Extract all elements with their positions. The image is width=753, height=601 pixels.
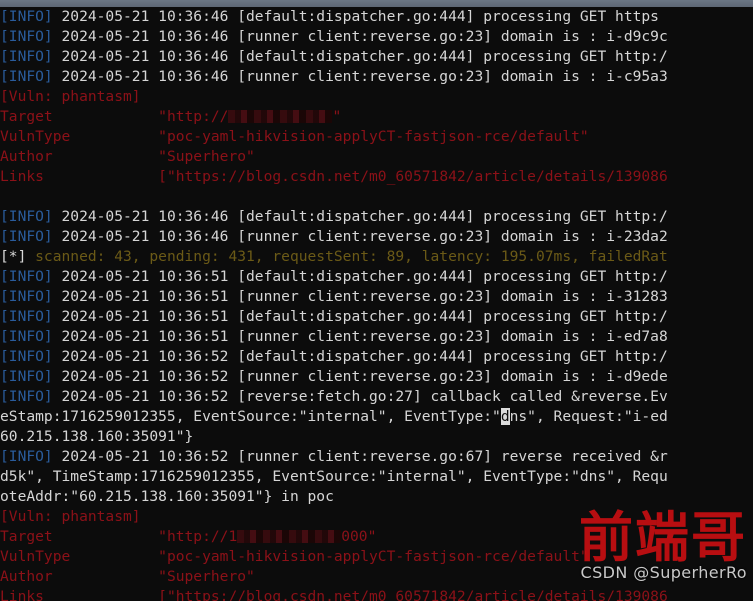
log-line-text: 2024-05-21 10:36:52 [reverse:fetch.go:27…	[52, 388, 668, 405]
vuln-target-prefix: "http://1	[158, 528, 238, 545]
vuln-field-value: "poc-yaml-hikvision-applyCT-fastjson-rce…	[158, 548, 589, 565]
vuln-field-key: VulnType	[0, 128, 159, 145]
log-line-text: d5k", TimeStamp:1716259012355, EventSour…	[0, 468, 668, 485]
log-line-with-cursor: eStamp:1716259012355, EventSource:"inter…	[0, 407, 753, 427]
log-line-text: 2024-05-21 10:36:52 [runner client:rever…	[52, 368, 668, 385]
log-level-tag: [INFO]	[0, 268, 53, 285]
log-level-tag: [INFO]	[0, 328, 53, 345]
vuln-field-row: VulnType "poc-yaml-hikvision-applyCT-fas…	[0, 127, 753, 147]
vuln-field-key: Links	[0, 168, 159, 185]
log-line-text: oteAddr:"60.215.138.160:35091"} in poc	[0, 488, 334, 505]
log-line-text: 2024-05-21 10:36:46 [default:dispatcher.…	[52, 208, 668, 225]
log-line-text: 2024-05-21 10:36:51 [default:dispatcher.…	[52, 308, 668, 325]
vuln-field-value: "Superhero"	[158, 148, 255, 165]
log-line-text: 2024-05-21 10:36:51 [runner client:rever…	[52, 288, 668, 305]
terminal-window: [INFO] 2024-05-21 10:36:46 [default:disp…	[0, 0, 753, 601]
log-line-text-after-cursor: ns", Request:"i-ed	[509, 408, 668, 425]
log-level-tag: [INFO]	[0, 348, 53, 365]
log-level-tag: [INFO]	[0, 368, 53, 385]
log-line-info: [INFO] 2024-05-21 10:36:46 [runner clien…	[0, 67, 753, 87]
log-line-text: 2024-05-21 10:36:52 [default:dispatcher.…	[52, 348, 668, 365]
log-line-info: [INFO] 2024-05-21 10:36:46 [runner clien…	[0, 27, 753, 47]
text-cursor[interactable]: d	[500, 408, 510, 425]
log-line-info: [INFO] 2024-05-21 10:36:51 [runner clien…	[0, 327, 753, 347]
log-line-text: 2024-05-21 10:36:46 [runner client:rever…	[52, 68, 668, 85]
redacted-ip-mosaic	[228, 110, 333, 123]
log-level-tag: [INFO]	[0, 288, 53, 305]
log-line-text: 2024-05-21 10:36:46 [default:dispatcher.…	[52, 8, 659, 25]
log-level-tag: [INFO]	[0, 28, 53, 45]
vuln-field-key: Links	[0, 588, 159, 601]
log-level-tag: [INFO]	[0, 228, 53, 245]
vuln-field-row: Author "Superhero"	[0, 567, 753, 587]
log-level-tag: [INFO]	[0, 8, 53, 25]
log-line-info: [INFO] 2024-05-21 10:36:52 [default:disp…	[0, 347, 753, 367]
vuln-target-prefix: "http://	[158, 108, 229, 125]
log-line-continuation: oteAddr:"60.215.138.160:35091"} in poc	[0, 487, 753, 507]
vuln-field-row: Links ["https://blog.csdn.net/m0_6057184…	[0, 587, 753, 601]
vuln-field-key: VulnType	[0, 548, 159, 565]
log-line-text: 2024-05-21 10:36:46 [default:dispatcher.…	[52, 48, 668, 65]
log-line-info: [INFO] 2024-05-21 10:36:52 [reverse:fetc…	[0, 387, 753, 407]
vuln-field-key: Author	[0, 568, 159, 585]
scan-stats-line: [*] scanned: 43, pending: 431, requestSe…	[0, 247, 753, 267]
scan-stats-text: scanned: 43, pending: 431, requestSent: …	[26, 248, 668, 265]
log-line-info: [INFO] 2024-05-21 10:36:51 [default:disp…	[0, 307, 753, 327]
vuln-target-suffix: "	[332, 108, 342, 125]
vuln-field-row: Links ["https://blog.csdn.net/m0_6057184…	[0, 167, 753, 187]
vuln-target-row: Target "http:// "	[0, 107, 753, 127]
vuln-header-text: [Vuln: phantasm]	[0, 88, 141, 105]
vuln-field-value: "Superhero"	[158, 568, 255, 585]
log-line-info: [INFO] 2024-05-21 10:36:46 [default:disp…	[0, 7, 753, 27]
vuln-target-row: Target "http://1 000"	[0, 527, 753, 547]
terminal-console-output[interactable]: [INFO] 2024-05-21 10:36:46 [default:disp…	[0, 7, 753, 601]
log-line-text: 2024-05-21 10:36:46 [runner client:rever…	[52, 28, 668, 45]
log-line-continuation: 60.215.138.160:35091"}	[0, 427, 753, 447]
log-line-info: [INFO] 2024-05-21 10:36:46 [runner clien…	[0, 227, 753, 247]
vuln-result-header: [Vuln: phantasm]	[0, 507, 753, 527]
vuln-field-value: "poc-yaml-hikvision-applyCT-fastjson-rce…	[158, 128, 589, 145]
vuln-field-row: Author "Superhero"	[0, 147, 753, 167]
vuln-field-value: ["https://blog.csdn.net/m0_60571842/arti…	[158, 168, 668, 185]
log-line-text: 2024-05-21 10:36:52 [runner client:rever…	[52, 448, 668, 465]
vuln-target-suffix: 000"	[341, 528, 377, 545]
log-level-tag: [INFO]	[0, 388, 53, 405]
window-title-bar[interactable]	[0, 0, 753, 7]
log-level-tag: [INFO]	[0, 68, 53, 85]
log-level-tag: [INFO]	[0, 448, 53, 465]
log-level-tag: [INFO]	[0, 208, 53, 225]
log-line-text: 60.215.138.160:35091"}	[0, 428, 194, 445]
vuln-field-value: ["https://blog.csdn.net/m0_60571842/arti…	[158, 588, 668, 601]
log-level-tag: [INFO]	[0, 48, 53, 65]
vuln-header-text: [Vuln: phantasm]	[0, 508, 141, 525]
redacted-ip-mosaic	[237, 530, 342, 543]
log-line-text: 2024-05-21 10:36:51 [default:dispatcher.…	[52, 268, 668, 285]
vuln-result-header: [Vuln: phantasm]	[0, 87, 753, 107]
log-line-text: eStamp:1716259012355, EventSource:"inter…	[0, 408, 501, 425]
vuln-field-row: VulnType "poc-yaml-hikvision-applyCT-fas…	[0, 547, 753, 567]
log-line-info: [INFO] 2024-05-21 10:36:52 [runner clien…	[0, 447, 753, 467]
log-line-info: [INFO] 2024-05-21 10:36:46 [default:disp…	[0, 207, 753, 227]
vuln-field-key: Author	[0, 148, 159, 165]
log-line-text: 2024-05-21 10:36:51 [runner client:rever…	[52, 328, 668, 345]
log-line-info: [INFO] 2024-05-21 10:36:51 [runner clien…	[0, 287, 753, 307]
log-line-text: 2024-05-21 10:36:46 [runner client:rever…	[52, 228, 668, 245]
log-line-info: [INFO] 2024-05-21 10:36:46 [default:disp…	[0, 47, 753, 67]
stats-star-tag: [*]	[0, 248, 27, 265]
log-line-continuation: d5k", TimeStamp:1716259012355, EventSour…	[0, 467, 753, 487]
log-level-tag: [INFO]	[0, 308, 53, 325]
vuln-field-key: Target	[0, 108, 159, 125]
vuln-field-key: Target	[0, 528, 159, 545]
log-line-info: [INFO] 2024-05-21 10:36:52 [runner clien…	[0, 367, 753, 387]
log-line-info: [INFO] 2024-05-21 10:36:51 [default:disp…	[0, 267, 753, 287]
